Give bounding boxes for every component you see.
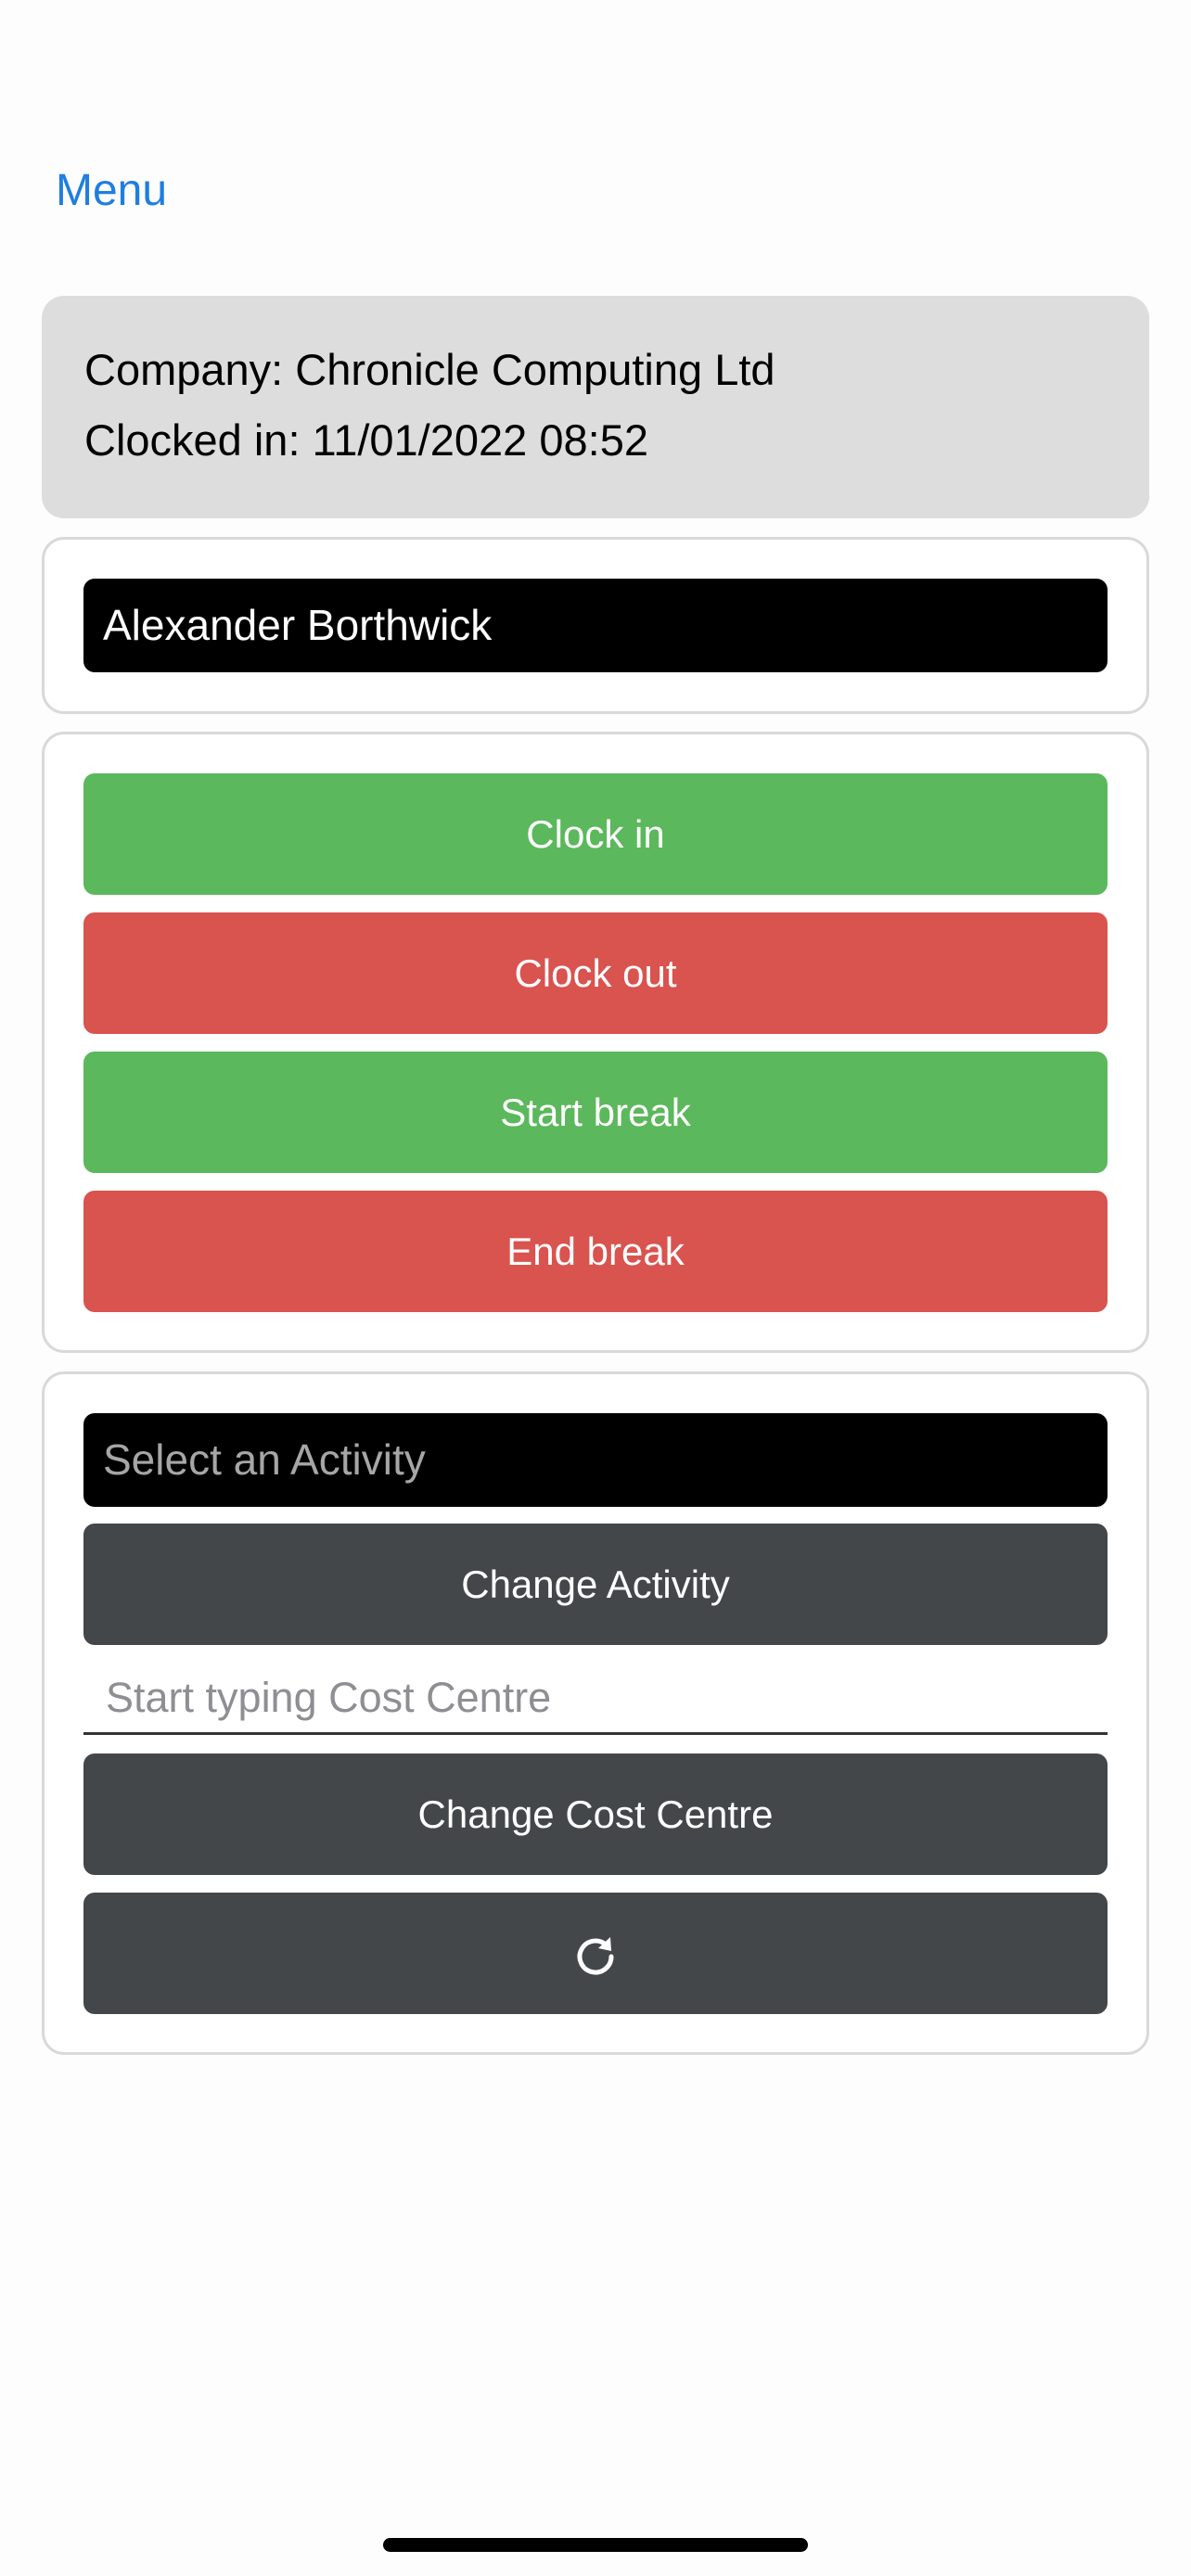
clock-in-button[interactable]: Clock in	[83, 773, 1108, 895]
refresh-button[interactable]	[83, 1893, 1108, 2014]
cost-centre-input[interactable]	[83, 1663, 1108, 1735]
company-label: Company: Chronicle Computing Ltd	[84, 345, 775, 394]
change-cost-centre-button[interactable]: Change Cost Centre	[83, 1753, 1108, 1875]
end-break-button[interactable]: End break	[83, 1191, 1108, 1312]
employee-card: Alexander Borthwick	[42, 537, 1149, 714]
employee-name-select[interactable]: Alexander Borthwick	[83, 579, 1108, 672]
clock-actions-card: Clock in Clock out Start break End break	[42, 732, 1149, 1353]
refresh-icon	[573, 1934, 618, 1979]
activity-select[interactable]: Select an Activity	[83, 1413, 1108, 1507]
clock-out-button[interactable]: Clock out	[83, 912, 1108, 1034]
activity-card: Select an Activity Change Activity Chang…	[42, 1371, 1149, 2055]
menu-link[interactable]: Menu	[56, 163, 167, 219]
change-activity-button[interactable]: Change Activity	[83, 1524, 1108, 1645]
start-break-button[interactable]: Start break	[83, 1052, 1108, 1173]
home-indicator	[383, 2538, 808, 2552]
clock-status-panel: Company: Chronicle Computing Ltd Clocked…	[42, 296, 1149, 518]
clocked-in-label: Clocked in: 11/01/2022 08:52	[84, 415, 648, 465]
